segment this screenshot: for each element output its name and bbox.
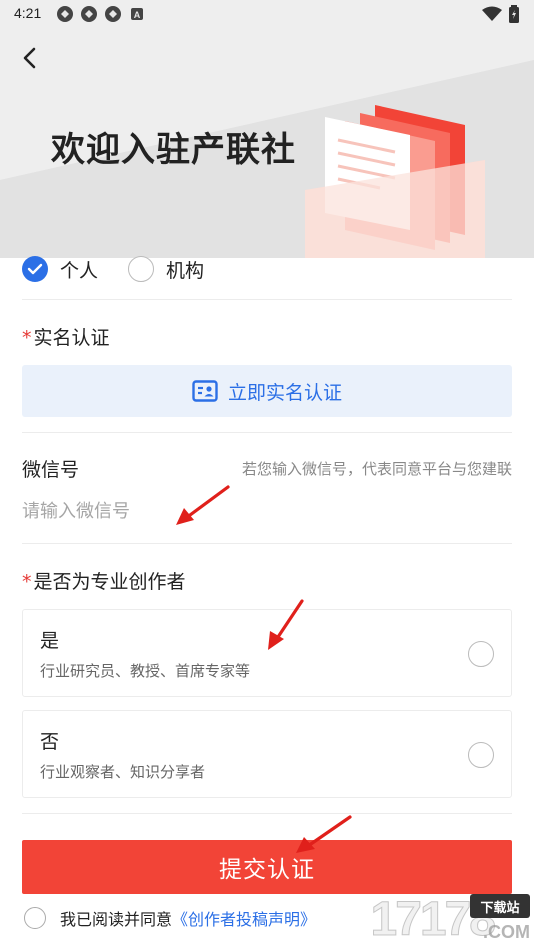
id-card-icon: [192, 380, 218, 402]
annotation-arrow-icon: [176, 485, 230, 525]
identity-option-label: 机构: [166, 259, 205, 282]
choice-title: 否: [40, 731, 60, 753]
identity-option-label: 个人: [60, 259, 99, 282]
choice-radio[interactable]: [468, 742, 494, 768]
divider: [22, 543, 512, 544]
verify-button-label: 立即实名认证: [227, 381, 342, 404]
app-icon: [105, 6, 121, 22]
agreement-text: 我已阅读并同意: [60, 910, 173, 929]
identity-option-personal[interactable]: 个人: [22, 256, 98, 283]
real-name-verify-button[interactable]: 立即实名认证: [22, 365, 512, 417]
chevron-left-icon: [23, 47, 36, 69]
agreement-row: 我已阅读并同意 《创作者投稿声明》: [24, 906, 316, 930]
watermark-suffix: .COM: [483, 922, 530, 942]
required-mark: *: [22, 571, 32, 593]
app-icon: [57, 6, 73, 22]
agreement-checkbox[interactable]: [24, 907, 46, 929]
watermark-badge: 下载站: [470, 894, 530, 918]
creator-label: * 是否为专业创作者: [22, 567, 186, 594]
checkmark-icon: [27, 263, 43, 275]
agreement-link[interactable]: 《创作者投稿声明》: [172, 906, 316, 930]
unchecked-radio[interactable]: [128, 256, 155, 282]
real-name-label-text: 实名认证: [33, 327, 110, 349]
header-banner: 4:21 A 欢迎入驻产联社: [0, 0, 534, 258]
document-folder-illustration: [305, 105, 485, 258]
status-system-icons: [482, 5, 520, 23]
choice-description: 行业观察者、知识分享者: [40, 763, 206, 781]
wechat-input[interactable]: [22, 494, 512, 528]
svg-text:A: A: [134, 10, 141, 20]
status-bar: 4:21 A: [0, 0, 534, 28]
required-mark: *: [22, 327, 32, 349]
divider: [22, 432, 512, 433]
battery-icon: [509, 5, 519, 23]
page-title: 欢迎入驻产联社: [51, 130, 296, 170]
divider: [22, 813, 512, 814]
divider: [22, 299, 512, 300]
wechat-label: 微信号: [22, 459, 80, 481]
wifi-icon: [482, 6, 502, 21]
annotation-arrow-icon: [296, 815, 352, 853]
choice-radio[interactable]: [468, 641, 494, 667]
status-notification-icons: A: [56, 5, 146, 23]
creator-choice-no[interactable]: 否 行业观察者、知识分享者: [22, 710, 512, 798]
identity-option-organization[interactable]: 机构: [128, 256, 204, 283]
checked-radio[interactable]: [22, 256, 48, 282]
status-time: 4:21: [14, 5, 42, 21]
wechat-hint: 若您输入微信号，代表同意平台与您建联: [241, 460, 512, 478]
app-icon: [81, 6, 97, 22]
creator-label-text: 是否为专业创作者: [33, 571, 186, 593]
submit-button[interactable]: 提交认证: [22, 840, 512, 894]
real-name-label: * 实名认证: [22, 323, 110, 350]
choice-title: 是: [40, 630, 60, 652]
a-badge-icon: A: [131, 8, 143, 20]
annotation-arrow-icon: [268, 599, 304, 650]
identity-type-selector: 个人 机构: [22, 254, 512, 284]
choice-description: 行业研究员、教授、首席专家等: [40, 662, 251, 680]
back-button[interactable]: [14, 42, 46, 74]
